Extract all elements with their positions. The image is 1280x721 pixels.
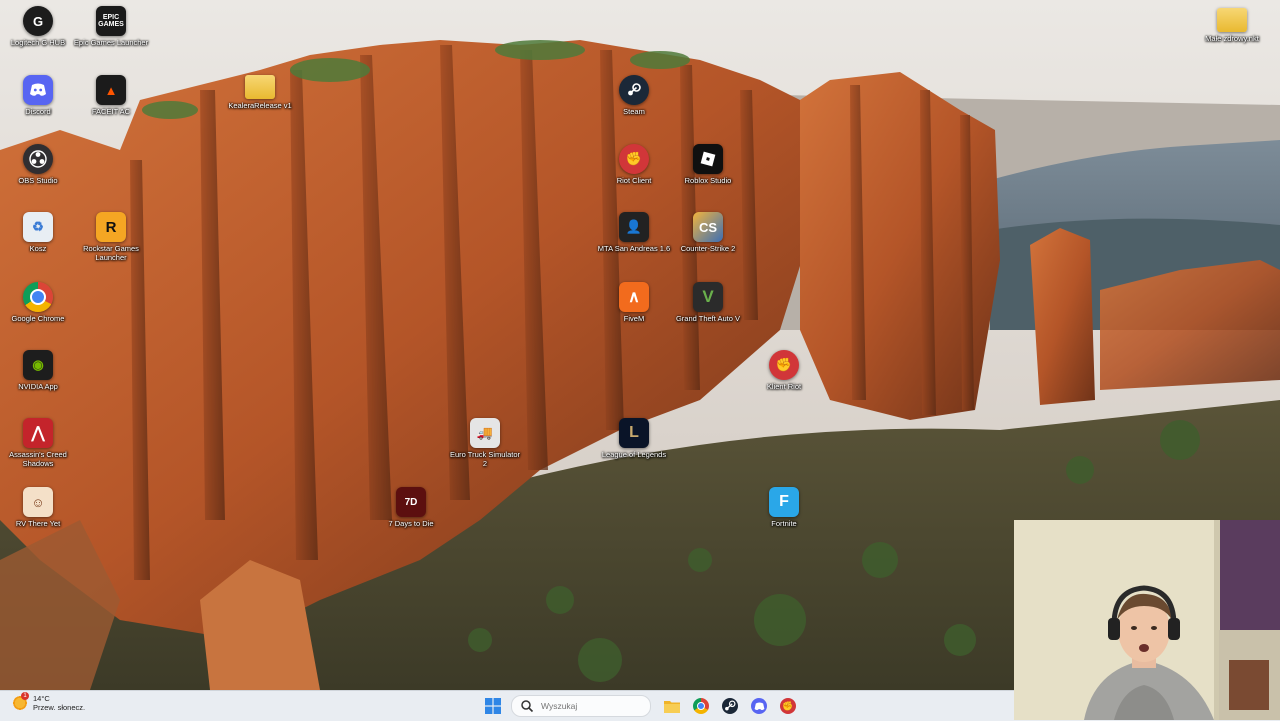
roblox-studio-icon <box>693 144 723 174</box>
logitech-g-icon: G <box>23 6 53 36</box>
taskbar-file-explorer[interactable] <box>661 695 683 717</box>
desktop-icon-recycle-bin[interactable]: ♻ Kosz <box>0 212 76 253</box>
desktop-icon-label: NVIDIA App <box>18 382 58 391</box>
desktop-icon-label: MTA San Andreas 1.6 <box>597 244 671 253</box>
desktop-icon-label: Logitech G HUB <box>10 38 66 47</box>
desktop-icon-nvidia-app[interactable]: ◉ NVIDIA App <box>0 350 76 391</box>
search-icon <box>521 700 534 713</box>
desktop-icon-label: Kosz <box>29 244 47 253</box>
faceit-icon: ▲ <box>96 75 126 105</box>
nvidia-icon: ◉ <box>23 350 53 380</box>
desktop-icon-rockstar-launcher[interactable]: R Rockstar Games Launcher <box>73 212 149 262</box>
league-icon: L <box>619 418 649 448</box>
desktop-icon-7-days-to-die[interactable]: 7D 7 Days to Die <box>373 487 449 528</box>
desktop-icon-label: Riot Client <box>616 176 652 185</box>
cs2-icon: CS <box>693 212 723 242</box>
riot-client-icon: ✊ <box>619 144 649 174</box>
desktop-icon-google-chrome[interactable]: Google Chrome <box>0 282 76 323</box>
windows-logo-icon <box>485 698 501 714</box>
desktop-icon-fortnite[interactable]: F Fortnite <box>746 487 822 528</box>
discord-icon <box>23 75 53 105</box>
desktop-icon-steam[interactable]: Steam <box>596 75 672 116</box>
gta5-icon: V <box>693 282 723 312</box>
desktop-icon-label: FACEIT AC <box>91 107 131 116</box>
desktop-icon-rv-there-yet[interactable]: ☺ RV There Yet <box>0 487 76 528</box>
obs-icon <box>23 144 53 174</box>
assassins-creed-icon: ⋀ <box>23 418 53 448</box>
rockstar-icon: R <box>96 212 126 242</box>
desktop-icon-label: 7 Days to Die <box>388 519 434 528</box>
desktop-icon-label: Klient Riot <box>766 382 802 391</box>
desktop-icon-roblox-studio[interactable]: Roblox Studio <box>670 144 746 185</box>
weather-temperature: 14°C <box>33 694 50 703</box>
rv-there-yet-icon: ☺ <box>23 487 53 517</box>
desktop-icon-league-of-legends[interactable]: L League of Legends <box>596 418 672 459</box>
start-button[interactable] <box>482 695 504 717</box>
fortnite-icon: F <box>769 487 799 517</box>
webcam-feed-image <box>1014 520 1280 720</box>
taskbar-riot-client[interactable]: ✊ <box>777 695 799 717</box>
desktop-icon-folder-right[interactable]: Małe zdrowy.nkt <box>1194 8 1270 43</box>
recycle-bin-icon: ♻ <box>23 212 53 242</box>
desktop-icon-epic-games[interactable]: EPIC GAMES Epic Games Launcher <box>73 6 149 47</box>
steam-icon <box>722 698 738 714</box>
desktop-icon-riot-client[interactable]: ✊ Riot Client <box>596 144 672 185</box>
desktop-icon-label: Counter-Strike 2 <box>680 244 736 253</box>
desktop-icon-label: Epic Games Launcher <box>73 38 149 47</box>
taskbar-discord[interactable] <box>748 695 770 717</box>
ets2-icon: 🚚 <box>470 418 500 448</box>
taskbar-steam[interactable] <box>719 695 741 717</box>
desktop-icon-label: KealeraRelease v1 <box>228 101 292 110</box>
sun-icon: 1 <box>12 692 29 711</box>
desktop-icon-mta-san-andreas[interactable]: 👤 MTA San Andreas 1.6 <box>596 212 672 253</box>
desktop-icon-label: RV There Yet <box>15 519 61 528</box>
desktop-icon-label: Rockstar Games Launcher <box>83 244 139 262</box>
desktop-icon-fivem[interactable]: ∧ FiveM <box>596 282 672 323</box>
mta-icon: 👤 <box>619 212 649 242</box>
search-box[interactable] <box>511 695 651 717</box>
desktop-icon-label: Google Chrome <box>11 314 65 323</box>
desktop-icon-faceit-ac[interactable]: ▲ FACEIT AC <box>73 75 149 116</box>
desktop-icon-kealerarelease[interactable]: KealeraRelease v1 <box>222 75 298 110</box>
desktop-icon-klient-riot[interactable]: ✊ Klient Riot <box>746 350 822 391</box>
folder-icon <box>245 75 275 99</box>
desktop-icon-gta-v[interactable]: V Grand Theft Auto V <box>670 282 746 323</box>
seven-days-icon: 7D <box>396 487 426 517</box>
desktop-icon-label: Euro Truck Simulator 2 <box>449 450 521 468</box>
desktop-icon-label: OBS Studio <box>18 176 58 185</box>
desktop-icon-label: Grand Theft Auto V <box>675 314 741 323</box>
desktop-icon-label: Roblox Studio <box>684 176 732 185</box>
desktop-icon-label: Małe zdrowy.nkt <box>1205 34 1259 43</box>
desktop-icon-label: League of Legends <box>601 450 667 459</box>
desktop-icon-label: Fortnite <box>771 519 797 528</box>
epic-games-icon: EPIC GAMES <box>96 6 126 36</box>
riot-client-icon: ✊ <box>769 350 799 380</box>
taskbar-center: ✊ <box>482 695 806 717</box>
webcam-overlay <box>1014 520 1280 720</box>
desktop-icon-label: FiveM <box>623 314 645 323</box>
fivem-icon: ∧ <box>619 282 649 312</box>
chrome-icon <box>23 282 53 312</box>
notification-badge: 1 <box>21 692 29 700</box>
desktop-icon-counter-strike-2[interactable]: CS Counter-Strike 2 <box>670 212 746 253</box>
desktop-icon-label: Assassin's Creed Shadows <box>9 450 67 468</box>
desktop-icon-label: Steam <box>623 107 645 116</box>
desktop-icon-assassins-creed-shadows[interactable]: ⋀ Assassin's Creed Shadows <box>0 418 76 468</box>
weather-condition: Przew. słonecz. <box>33 703 86 712</box>
chrome-icon <box>693 698 709 714</box>
desktop-icon-euro-truck-simulator-2[interactable]: 🚚 Euro Truck Simulator 2 <box>447 418 523 468</box>
discord-icon <box>751 698 767 714</box>
steam-icon <box>619 75 649 105</box>
folder-icon <box>1217 8 1247 32</box>
desktop-icon-obs-studio[interactable]: OBS Studio <box>0 144 76 185</box>
desktop-icon-discord[interactable]: Discord <box>0 75 76 116</box>
desktop-icon-label: Discord <box>25 107 51 116</box>
search-input[interactable] <box>539 700 643 712</box>
weather-widget[interactable]: 1 14°C Przew. słonecz. <box>12 692 86 712</box>
taskbar-chrome[interactable] <box>690 695 712 717</box>
riot-client-icon: ✊ <box>780 698 796 714</box>
desktop-icon-logitech-g-hub[interactable]: G Logitech G HUB <box>0 6 76 47</box>
file-explorer-icon <box>664 701 680 713</box>
